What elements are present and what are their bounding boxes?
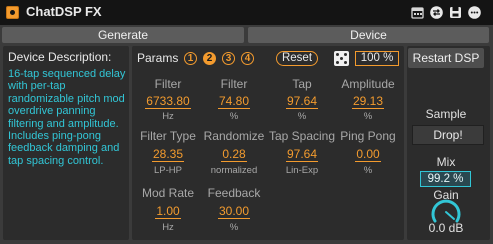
param-name: Ping Pong xyxy=(340,129,396,143)
param-value[interactable]: 0.00 xyxy=(328,147,408,162)
tab-device[interactable]: Device xyxy=(248,27,489,43)
param-name: Feedback xyxy=(207,186,261,200)
param-value[interactable]: 29.13 xyxy=(328,94,408,109)
calendar-icon[interactable] xyxy=(411,6,424,19)
param-page-4[interactable]: 4 xyxy=(241,52,254,65)
mix-label: Mix xyxy=(436,155,456,169)
mix-field[interactable]: 99.2 % xyxy=(420,171,471,187)
device-title: ChatDSP FX xyxy=(26,4,102,19)
description-text: 16-tap sequenced delay with per-tap rand… xyxy=(8,68,126,167)
sample-label: Sample xyxy=(425,107,467,121)
description-title: Device Description: xyxy=(8,50,112,64)
swap-icon[interactable] xyxy=(430,6,443,19)
param-page-3[interactable]: 3 xyxy=(222,52,235,65)
gain-value: 0.0 dB xyxy=(428,221,464,235)
random-amount-field[interactable]: 100 % xyxy=(355,51,399,66)
tab-generate[interactable]: Generate xyxy=(2,27,244,43)
sample-drop-zone[interactable]: Drop! xyxy=(412,125,484,145)
dice-icon[interactable] xyxy=(334,51,349,66)
param-unit: % xyxy=(363,165,373,176)
restart-dsp-button[interactable]: Restart DSP xyxy=(408,48,484,68)
reset-button[interactable]: Reset xyxy=(276,51,318,66)
device: ChatDSP FX Generate Device Device Descri… xyxy=(0,0,493,244)
title-bar: ChatDSP FX xyxy=(0,0,493,25)
param-name: Amplitude xyxy=(341,77,395,91)
param-page-2[interactable]: 2 xyxy=(203,52,216,65)
description-panel: Device Description: 16-tap sequenced del… xyxy=(3,46,129,240)
power-button[interactable] xyxy=(6,6,19,19)
param-value[interactable]: 30.00 xyxy=(194,204,274,219)
param-unit: % xyxy=(363,111,373,122)
save-icon[interactable] xyxy=(449,6,462,19)
param-page-1[interactable]: 1 xyxy=(184,52,197,65)
params-label: Params xyxy=(137,51,179,65)
param-unit: % xyxy=(229,222,239,233)
menu-dots-icon[interactable] xyxy=(468,6,481,19)
